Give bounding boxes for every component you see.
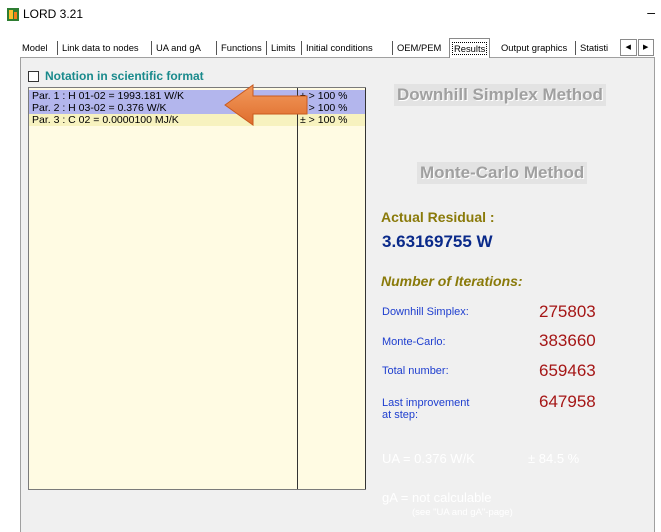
iterations-heading: Number of Iterations: xyxy=(381,273,523,289)
tab-initial-conditions[interactable]: Initial conditions xyxy=(306,40,373,57)
parameter-row-3[interactable]: Par. 3 : C 02 = 0.0000100 MJ/K ± > 100 % xyxy=(29,114,365,126)
monte-carlo-value: 383660 xyxy=(539,331,596,350)
tab-output-graphics[interactable]: Output graphics xyxy=(501,40,567,57)
tab-scroll-controls: ◀ ▶ xyxy=(620,39,655,56)
monte-carlo-label: Monte-Carlo: xyxy=(382,336,446,348)
monte-carlo-method-button[interactable]: Monte-Carlo Method xyxy=(417,162,588,184)
tab-strip: Model Link data to nodes UA and gA Funct… xyxy=(0,38,661,58)
tab-statistics[interactable]: Statisti xyxy=(580,40,620,57)
total-number-label: Total number: xyxy=(382,365,449,377)
tab-link-data-to-nodes[interactable]: Link data to nodes xyxy=(62,40,139,57)
minimize-button[interactable]: – xyxy=(647,5,655,19)
left-arrow-icon xyxy=(224,84,308,126)
tab-results[interactable]: Results xyxy=(449,38,491,58)
tab-limits[interactable]: Limits xyxy=(271,40,295,57)
scientific-notation-option[interactable]: Notation in scientific format xyxy=(28,69,204,83)
parameter-name: Par. 3 : C 02 = 0.0000100 MJ/K xyxy=(32,114,179,126)
parameter-row-2[interactable]: Par. 2 : H 03-02 = 0.376 W/K ± > 100 % xyxy=(29,102,365,114)
tab-separator xyxy=(151,41,152,55)
total-number-value: 659463 xyxy=(539,361,596,380)
parameter-list[interactable]: Par. 1 : H 01-02 = 1993.181 W/K ± > 100 … xyxy=(28,87,366,490)
tab-separator xyxy=(266,41,267,55)
scientific-notation-label: Notation in scientific format xyxy=(45,69,204,83)
tab-separator xyxy=(392,41,393,55)
tab-separator xyxy=(57,41,58,55)
downhill-simplex-value: 275803 xyxy=(539,302,596,321)
tab-ua-and-ga[interactable]: UA and gA xyxy=(156,40,201,57)
ga-result-note: (see "UA and gA"-page) xyxy=(412,507,513,518)
ua-result-text: UA = 0.376 W/K xyxy=(382,451,475,466)
parameter-name: Par. 2 : H 03-02 = 0.376 W/K xyxy=(32,102,167,114)
tab-functions[interactable]: Functions xyxy=(221,40,262,57)
downhill-simplex-label: Downhill Simplex: xyxy=(382,306,469,318)
tab-model[interactable]: Model xyxy=(22,40,48,57)
column-divider xyxy=(365,88,366,489)
parameter-row-1[interactable]: Par. 1 : H 01-02 = 1993.181 W/K ± > 100 … xyxy=(29,90,365,102)
tab-separator xyxy=(301,41,302,55)
scroll-left-icon[interactable]: ◀ xyxy=(620,39,637,56)
actual-residual-label: Actual Residual : xyxy=(381,209,495,225)
ua-result-error: ± 84.5 % xyxy=(528,451,580,466)
last-improvement-value: 647958 xyxy=(539,392,596,411)
window-title: LORD 3.21 xyxy=(23,7,84,21)
app-logo-icon xyxy=(7,8,19,21)
parameter-name: Par. 1 : H 01-02 = 1993.181 W/K xyxy=(32,90,185,102)
title-bar: LORD 3.21 – xyxy=(0,0,661,30)
tab-separator xyxy=(216,41,217,55)
last-improvement-label-line2: at step: xyxy=(382,409,419,421)
tab-oem-pem[interactable]: OEM/PEM xyxy=(397,40,441,57)
scientific-notation-checkbox[interactable] xyxy=(28,70,39,82)
column-divider xyxy=(297,88,298,489)
actual-residual-value: 3.63169755 W xyxy=(382,232,493,251)
ga-result-text: gA = not calculable xyxy=(382,490,492,505)
downhill-simplex-method-button[interactable]: Downhill Simplex Method xyxy=(394,84,606,106)
last-improvement-label-line1: Last improvement xyxy=(382,397,470,409)
tab-separator xyxy=(575,41,576,55)
scroll-right-icon[interactable]: ▶ xyxy=(637,39,654,56)
tab-results-label: Results xyxy=(452,42,488,55)
